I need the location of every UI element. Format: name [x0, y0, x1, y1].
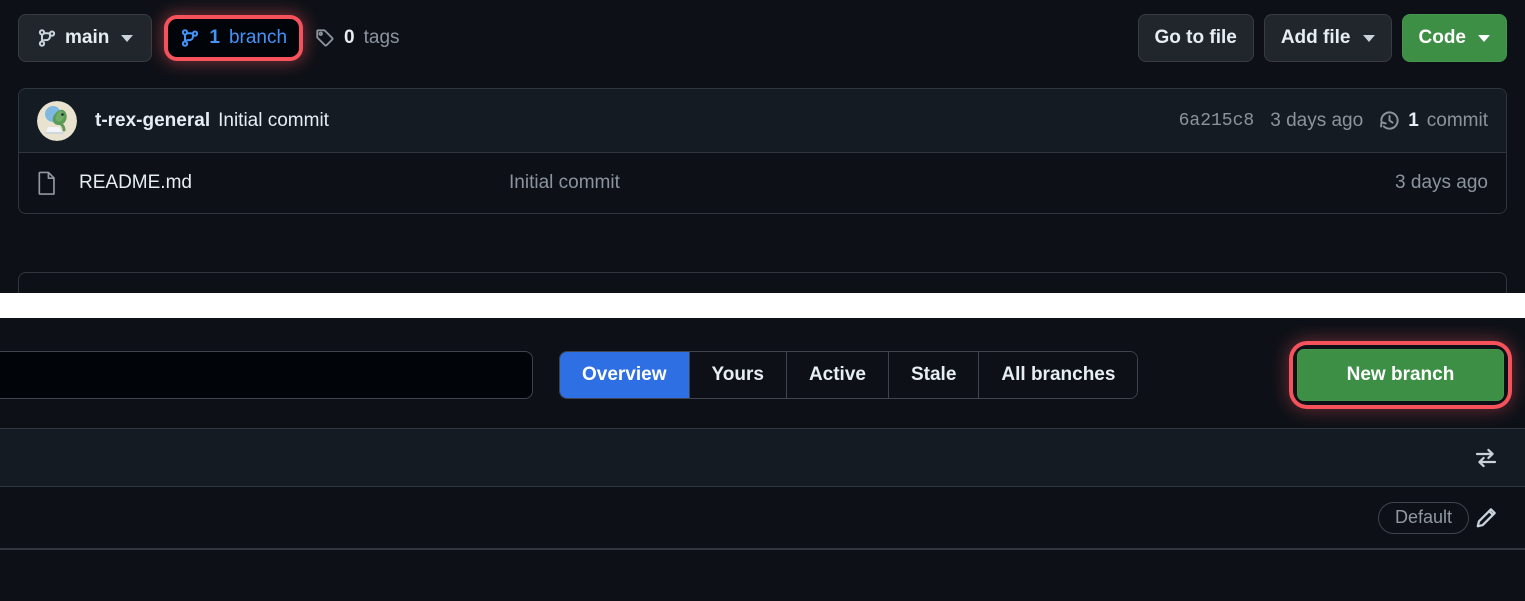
branch-search-box[interactable] — [0, 351, 533, 399]
go-to-file-button[interactable]: Go to file — [1137, 14, 1254, 62]
commit-age: 3 days ago — [1270, 109, 1364, 131]
tab-overview[interactable]: Overview — [560, 352, 690, 398]
add-file-button[interactable]: Add file — [1263, 14, 1392, 62]
commit-history-button[interactable]: 1 commit — [1379, 110, 1488, 132]
status-badge: Default — [1377, 501, 1469, 534]
repo-counters: 1 branch 0 tags — [168, 19, 411, 57]
branches-table-header — [0, 429, 1525, 487]
header-actions — [1469, 441, 1503, 475]
branches-table: Default — [0, 428, 1525, 550]
new-branch-highlight: New branch — [1297, 349, 1504, 401]
search-input[interactable] — [0, 352, 532, 398]
file-name-link[interactable]: README.md — [79, 172, 509, 194]
commit-count-value: 1 — [1408, 109, 1419, 131]
branches-table-footer — [0, 584, 1525, 601]
go-to-file-label: Go to file — [1154, 27, 1237, 48]
avatar[interactable] — [37, 100, 77, 141]
new-branch-button[interactable]: New branch — [1297, 349, 1504, 401]
table-row[interactable]: Default — [0, 487, 1525, 549]
branch-count-button[interactable]: 1 branch — [168, 19, 300, 57]
tab-yours[interactable]: Yours — [689, 352, 787, 398]
tab-all-branches[interactable]: All branches — [979, 352, 1138, 398]
chevron-down-icon — [1362, 34, 1375, 42]
commit-metadata: 6a215c8 3 days ago 1 commit — [1179, 110, 1488, 132]
table-row[interactable]: README.md Initial commit 3 days ago — [19, 153, 1506, 213]
file-age: 3 days ago — [1395, 172, 1488, 193]
file-icon — [37, 171, 59, 195]
repository-panel: main 1 branch 0 tags Go to file Add file… — [0, 0, 1525, 293]
chevron-down-icon — [121, 34, 134, 42]
pencil-icon[interactable] — [1469, 501, 1503, 535]
tag-count-button[interactable]: 0 tags — [303, 19, 412, 57]
git-branch-icon — [37, 28, 57, 48]
tag-icon — [315, 28, 335, 48]
commit-author[interactable]: t-rex-general — [95, 110, 210, 132]
clock-history-icon — [1379, 110, 1400, 131]
tab-stale[interactable]: Stale — [888, 352, 980, 398]
branch-selector-button[interactable]: main — [18, 14, 153, 62]
repo-toolbar-actions: Go to file Add file Code — [1137, 14, 1507, 62]
branches-panel: Overview Yours Active Stale All branches… — [0, 318, 1525, 601]
repository-toolbar: main 1 branch 0 tags Go to file Add file… — [0, 0, 1525, 76]
commit-message[interactable]: Initial commit — [218, 110, 329, 132]
panel-separator — [0, 293, 1525, 318]
compare-arrows-icon[interactable] — [1469, 441, 1503, 475]
readme-card-top-edge — [18, 272, 1507, 293]
branch-count-value: 1 — [209, 27, 220, 48]
chevron-down-icon — [1478, 34, 1490, 42]
tag-count-label: tags — [363, 27, 400, 48]
tag-count-value: 0 — [344, 27, 355, 48]
file-listing-card: t-rex-general Initial commit 6a215c8 3 d… — [18, 88, 1507, 214]
add-file-label: Add file — [1280, 27, 1351, 48]
file-commit-message[interactable]: Initial commit — [509, 172, 620, 194]
tab-active[interactable]: Active — [786, 352, 889, 398]
latest-commit-row: t-rex-general Initial commit 6a215c8 3 d… — [19, 89, 1506, 153]
branch-selector-label: main — [65, 27, 110, 48]
row-actions — [1469, 501, 1503, 535]
stitched-screenshot: main 1 branch 0 tags Go to file Add file… — [0, 0, 1525, 601]
code-button[interactable]: Code — [1401, 14, 1507, 62]
code-label: Code — [1418, 27, 1467, 48]
commit-count-label: commit — [1426, 109, 1488, 131]
commit-sha[interactable]: 6a215c8 — [1179, 111, 1255, 131]
git-branch-icon — [180, 28, 200, 48]
branch-count-label: branch — [228, 27, 288, 48]
branch-filter-tabs: Overview Yours Active Stale All branches — [559, 351, 1139, 399]
